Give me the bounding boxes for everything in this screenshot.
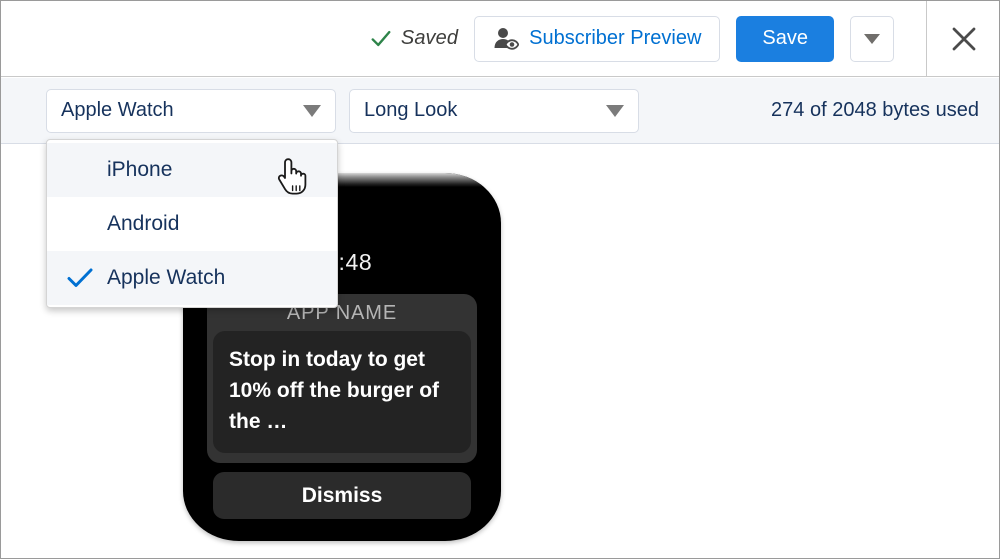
- caret-down-icon: [303, 104, 321, 117]
- close-button[interactable]: [926, 1, 999, 77]
- device-dropdown-menu: iPhone Android Apple Watch: [46, 139, 338, 308]
- header-actions: Saved Subscriber Preview Save: [370, 1, 999, 77]
- device-option-apple-watch[interactable]: Apple Watch: [47, 251, 337, 305]
- save-menu-button[interactable]: [850, 15, 894, 62]
- device-option-label: Android: [107, 212, 180, 235]
- subscriber-preview-button[interactable]: Subscriber Preview: [474, 15, 721, 62]
- preview-toolbar: Apple Watch Long Look 274 of 2048 bytes …: [1, 78, 999, 144]
- window-header: Saved Subscriber Preview Save: [1, 1, 999, 77]
- layout-selector[interactable]: Long Look: [349, 88, 639, 133]
- device-option-iphone[interactable]: iPhone: [47, 143, 337, 197]
- layout-selector-value: Long Look: [364, 99, 458, 121]
- subscriber-preview-label: Subscriber Preview: [529, 27, 702, 49]
- save-status-label: Saved: [400, 27, 459, 49]
- save-status: Saved: [370, 27, 458, 50]
- notification-builder-window: Saved Subscriber Preview Save Apple Watc…: [0, 0, 1000, 559]
- chevron-down-icon: [864, 33, 880, 44]
- notification-message: Stop in today to get 10% off the burger …: [213, 331, 471, 453]
- check-icon: [370, 28, 392, 50]
- close-icon: [949, 24, 979, 54]
- device-selector[interactable]: Apple Watch: [46, 88, 336, 133]
- device-option-label: Apple Watch: [107, 266, 226, 289]
- device-selector-value: Apple Watch: [61, 99, 174, 121]
- person-eye-icon: [493, 27, 520, 51]
- save-button[interactable]: Save: [736, 15, 834, 62]
- caret-down-icon: [606, 104, 624, 117]
- dismiss-button[interactable]: Dismiss: [213, 472, 471, 519]
- device-option-label: iPhone: [107, 158, 173, 181]
- device-option-android[interactable]: Android: [47, 197, 337, 251]
- bytes-used-label: 274 of 2048 bytes used: [771, 99, 979, 121]
- notification-card: APP NAME Stop in today to get 10% off th…: [207, 294, 477, 463]
